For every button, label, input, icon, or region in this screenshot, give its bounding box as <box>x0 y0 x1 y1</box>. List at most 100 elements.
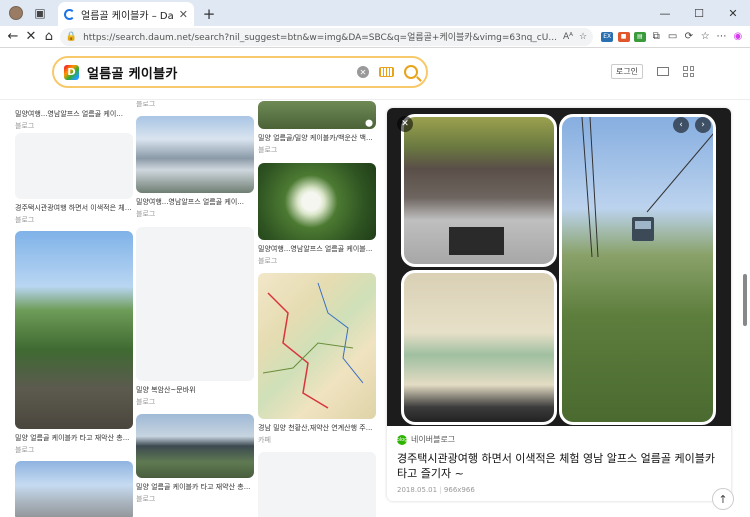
detail-meta: 2018.05.01 | 966x966 <box>397 486 475 494</box>
result-card[interactable]: 밀양여행...영남알프스 얼름골 케이블... 블로그 <box>258 163 376 266</box>
result-card[interactable]: 블로그 <box>136 101 254 109</box>
result-title[interactable]: 밀양여행...영남알프스 얼름골 케이... <box>136 197 254 207</box>
tab-actions-button[interactable]: ▣ <box>29 2 51 24</box>
result-thumbnail-cablecar-station[interactable] <box>136 116 254 193</box>
copilot-icon: ◉ <box>733 31 743 42</box>
more-icon: ⋯ <box>716 31 727 42</box>
detail-source[interactable]: blog 네이버블로그 <box>397 434 721 445</box>
result-source: 블로그 <box>136 101 156 108</box>
close-window-button[interactable]: ✕ <box>716 0 750 26</box>
result-card[interactable] <box>15 461 133 517</box>
result-card[interactable]: 경남 밀양 천황산,재약산 연계산행 주... 카페 <box>258 273 376 445</box>
split-screen-button[interactable]: ▭ <box>664 28 680 46</box>
login-button[interactable]: 로그인 <box>610 64 643 79</box>
detail-dimensions: 966x966 <box>443 486 475 494</box>
minimize-button[interactable]: — <box>648 0 682 26</box>
search-box: D 얼름골 케이블카 ✕ <box>52 56 428 88</box>
tab-actions-icon: ▣ <box>34 6 46 20</box>
extensions-button[interactable]: ⧉ <box>648 28 664 46</box>
detail-image[interactable]: ✕ ‹ › <box>387 108 731 426</box>
extension-red-button[interactable]: ■ <box>615 28 631 46</box>
address-toolbar: ← ✕ ⌂ 🔒 https://search.daum.net/search?n… <box>0 26 750 48</box>
daum-header: D 얼름골 케이블카 ✕ 로그인 <box>0 48 750 100</box>
split-screen-icon: ▭ <box>667 31 678 42</box>
result-thumbnail-blank[interactable] <box>258 452 376 517</box>
search-icon[interactable] <box>404 65 418 79</box>
result-thumbnail-blank[interactable] <box>136 227 254 381</box>
home-icon: ⌂ <box>44 29 54 44</box>
cable-lines-icon <box>581 117 713 258</box>
maximize-button[interactable]: ☐ <box>682 0 716 26</box>
browser-tab-active[interactable]: 얼름골 케이블카 – Daum 검색 ✕ <box>58 2 194 26</box>
search-input[interactable]: 얼름골 케이블카 <box>87 63 357 82</box>
result-title[interactable]: 경주택시관광여행 하면서 이색적은 체험... <box>15 203 133 213</box>
result-source: 카페 <box>258 436 271 444</box>
profile-button[interactable] <box>5 2 27 24</box>
favorites-button[interactable]: ☆ <box>697 28 713 46</box>
result-card[interactable]: 밀양여행...영남알프스 얼름골 케이... 블로그 <box>136 116 254 219</box>
result-thumbnail-white-flowers[interactable] <box>258 163 376 240</box>
result-source: 블로그 <box>136 210 156 218</box>
result-thumbnail-trail-map[interactable] <box>258 273 376 419</box>
copilot-button[interactable]: ◉ <box>730 28 746 46</box>
apps-grid-icon[interactable] <box>683 66 694 77</box>
detail-date: 2018.05.01 <box>397 486 438 494</box>
result-thumbnail-forest[interactable]: ⬤ <box>258 101 376 129</box>
browser-tab-bar: ▣ 얼름골 케이블카 – Daum 검색 ✕ + — ☐ ✕ <box>0 0 750 26</box>
header-right: 로그인 <box>610 64 694 79</box>
scroll-to-top-button[interactable]: ↑ <box>712 488 734 510</box>
result-title[interactable]: 경남 밀양 천황산,재약산 연계산행 주... <box>258 423 376 433</box>
result-title[interactable]: 밀양 얼름골 케이블카 타고 재약산 총... <box>136 482 254 492</box>
mail-icon[interactable] <box>657 67 669 76</box>
back-arrow-icon: ← <box>7 29 19 44</box>
result-thumbnail-boardwalk[interactable] <box>15 231 133 429</box>
photo-info-board <box>401 270 557 425</box>
url-text[interactable]: https://search.daum.net/search?nil_sugge… <box>83 30 557 43</box>
close-detail-icon[interactable]: ✕ <box>397 116 413 132</box>
result-thumbnail-sign-board[interactable] <box>136 414 254 478</box>
scrollbar-thumb[interactable] <box>743 274 747 326</box>
result-source: 블로그 <box>15 122 35 130</box>
extension-ex-button[interactable]: EX <box>599 28 615 46</box>
result-thumbnail-sky[interactable] <box>15 461 133 517</box>
result-title[interactable]: 밀양 얼름골 케이블카 타고 재악산 총... <box>15 433 133 443</box>
next-image-icon[interactable]: › <box>695 117 711 133</box>
read-aloud-icon[interactable]: Aᴬ <box>563 32 573 42</box>
result-card[interactable]: ⬤ 밀양 얼름골/밀양 케이블카/백운산 백... 블로그 <box>258 101 376 155</box>
home-button[interactable]: ⌂ <box>40 27 58 47</box>
arrow-up-icon: ↑ <box>718 492 728 506</box>
menu-button[interactable]: ⋯ <box>713 28 729 46</box>
result-card[interactable]: 경주택시관광여행 하면서 이색적은 체험... 블로그 <box>15 133 133 225</box>
keyboard-icon[interactable] <box>379 67 394 77</box>
detail-source-name[interactable]: 네이버블로그 <box>411 434 455 445</box>
clear-search-icon[interactable]: ✕ <box>357 66 369 78</box>
back-button[interactable]: ← <box>4 27 22 47</box>
url-bar[interactable]: 🔒 https://search.daum.net/search?nil_sug… <box>59 27 594 46</box>
result-title[interactable]: 밀양 얼름골/밀양 케이블카/백운산 백... <box>258 133 376 143</box>
previous-image-icon[interactable]: ‹ <box>673 117 689 133</box>
edge-sync-button[interactable]: ⟳ <box>681 28 697 46</box>
page-scrollbar[interactable] <box>743 108 747 508</box>
stop-button[interactable]: ✕ <box>22 27 40 47</box>
result-thumbnail-blank[interactable] <box>15 133 133 199</box>
detail-title[interactable]: 경주택시관광여행 하면서 이색적은 체험 영남 알프스 얼름골 케이블카 타고 … <box>397 451 721 481</box>
result-card[interactable] <box>258 452 376 517</box>
image-detail-panel: ✕ ‹ › blog 네이버블로그 경주택시관광여행 하면서 이색적은 체험 영… <box>387 108 731 501</box>
image-results: 밀양여행...영남알프스 얼름골 케이... 블로그 경주택시관광여행 하면서 … <box>0 101 750 517</box>
result-title[interactable]: 밀양 복암산~문바위 <box>136 385 254 395</box>
result-title[interactable]: 밀양여행...영남알프스 얼름골 케이... <box>15 109 133 119</box>
tab-title: 얼름골 케이블카 – Daum 검색 <box>81 10 173 22</box>
result-card[interactable]: 밀양여행...영남알프스 얼름골 케이... 블로그 <box>15 105 133 131</box>
result-source: 블로그 <box>136 495 156 503</box>
extension-green-button[interactable]: ▤ <box>632 28 648 46</box>
close-tab-icon[interactable]: ✕ <box>179 8 188 21</box>
daum-logo-icon[interactable]: D <box>64 64 79 80</box>
result-card[interactable]: 밀양 얼름골 케이블카 타고 재악산 총... 블로그 <box>15 231 133 455</box>
result-card[interactable]: 밀양 얼름골 케이블카 타고 재약산 총... 블로그 <box>136 414 254 504</box>
result-card[interactable]: 밀양 복암산~문바위 블로그 <box>136 227 254 407</box>
result-title[interactable]: 밀양여행...영남알프스 얼름골 케이블... <box>258 244 376 254</box>
new-tab-button[interactable]: + <box>198 3 220 25</box>
result-source: 블로그 <box>258 146 278 154</box>
favorite-star-icon[interactable]: ☆ <box>579 32 587 42</box>
extension-ex-icon: EX <box>601 31 614 42</box>
